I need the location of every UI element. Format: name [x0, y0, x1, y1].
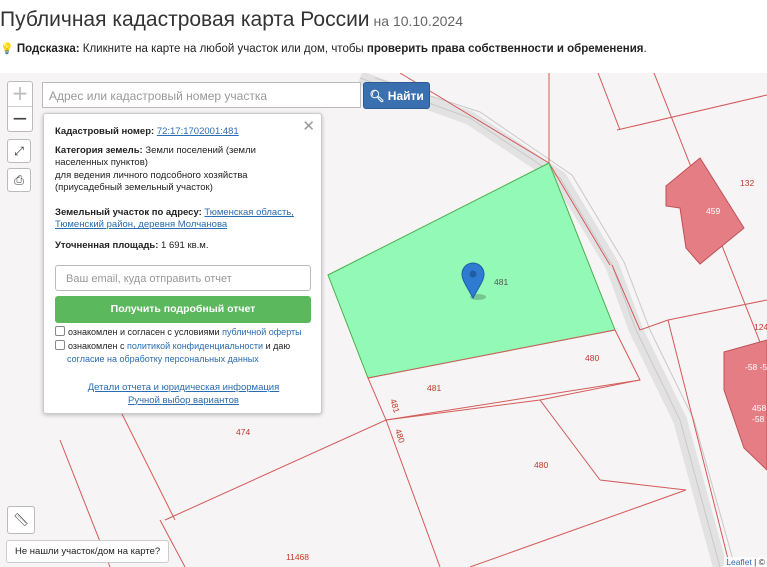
offer-consent: ознакомлен и согласен с условиями публич… [55, 326, 313, 339]
parcel-info-panel: ✕ Кадастровый номер: 72:17:1702001:481 К… [43, 113, 322, 414]
search-input[interactable]: Адрес или кадастровый номер участка [42, 82, 361, 108]
label-58c: -58 [752, 414, 765, 424]
cat-line3: для ведения личного подсобного хозяйства [55, 169, 248, 181]
hint-bold: проверить права собственности и обремене… [366, 43, 644, 55]
address-row: Земельный участок по адресу: Тюменская о… [55, 207, 305, 232]
offer-checkbox[interactable] [55, 326, 65, 336]
hint-end: . [643, 43, 647, 55]
chk2-text: ознакомлен с [68, 341, 127, 351]
label-481: 481 [494, 277, 508, 287]
label-474: 474 [236, 427, 250, 437]
building-459[interactable] [665, 157, 745, 265]
label-132: 132 [740, 178, 754, 188]
label-459: 459 [706, 206, 720, 216]
attribution-rest: | © [751, 557, 765, 567]
label-480-a: 480 [585, 353, 599, 363]
cat-line1: Земли поселений (земли [142, 145, 256, 156]
zoom-out-button[interactable]: − [8, 107, 32, 131]
search-icon: 🔍︎ [369, 89, 385, 103]
panel-links: Детали отчета и юридическая информация Р… [44, 382, 323, 407]
print-icon[interactable]: ⎙ [7, 168, 31, 192]
label-480-c: 480 [534, 460, 548, 470]
privacy-link[interactable]: политикой конфиденциальности [127, 341, 263, 351]
cat-label: Категория земель: [55, 145, 143, 156]
cad-label: Кадастровый номер: [55, 126, 155, 137]
privacy-consent: ознакомлен с политикой конфиденциальност… [55, 340, 313, 365]
addr-line1[interactable]: Тюменская область, [204, 207, 293, 218]
addr-line2[interactable]: Тюменский район, деревня Молчанова [55, 219, 227, 230]
hint-label: Подсказка: [16, 43, 80, 55]
title-date: на 10.10.2024 [373, 13, 464, 29]
cat-line2: населенных пунктов) [55, 157, 148, 169]
leaflet-link[interactable]: Leaflet [726, 557, 752, 567]
map-attribution: Leaflet | © [724, 557, 767, 567]
label-58a: -58 -5 [745, 362, 767, 372]
cad-number-link[interactable]: 72:17:1702001:481 [157, 126, 239, 137]
label-124: 124 [754, 322, 767, 332]
chk2-tail: и даю [263, 341, 291, 351]
privacy-checkbox[interactable] [55, 340, 65, 350]
report-details-link[interactable]: Детали отчета и юридическая информация [88, 382, 280, 393]
hint-text: Кликните на карте на любой участок или д… [79, 43, 367, 55]
search-button-label: Найти [387, 89, 424, 103]
zoom-in-button[interactable]: + [8, 82, 32, 107]
offer-link[interactable]: публичной оферты [222, 327, 302, 337]
zoom-control: + − [7, 81, 33, 132]
not-found-button[interactable]: Не нашли участок/дом на карте? [6, 540, 170, 563]
email-field[interactable]: Ваш email, куда отправить отчет [55, 265, 311, 291]
page-title: Публичная кадастровая карта России на 10.… [0, 8, 463, 32]
title-text: Публичная кадастровая карта России [0, 8, 370, 31]
cat-line4: (приусадебный земельный участок) [55, 182, 213, 194]
area-value: 1 691 кв.м. [158, 240, 209, 251]
label-481-c: 481 [388, 398, 402, 415]
addr-label: Земельный участок по адресу: [55, 207, 202, 218]
label-58b: 458 [752, 403, 766, 413]
search-button[interactable]: 🔍︎ Найти [363, 82, 430, 109]
fullscreen-icon[interactable]: ⤢ [7, 139, 31, 163]
label-481-b: 481 [427, 383, 441, 393]
chk1-text: ознакомлен и согласен с условиями [68, 327, 223, 337]
label-11468: 11468 [286, 552, 309, 562]
label-480-b: 480 [393, 428, 407, 445]
hint-bar: 💡 Подсказка: Кликните на карте на любой … [0, 42, 647, 55]
manual-select-link[interactable]: Ручной выбор вариантов [128, 395, 239, 406]
data-consent-link[interactable]: согласие на обработку персональных данны… [67, 354, 259, 364]
area-label: Уточненная площадь: [55, 240, 159, 251]
get-report-button[interactable]: Получить подробный отчет [55, 296, 311, 323]
category-row: Категория земель: Земли поселений (земли… [55, 145, 305, 195]
cadastral-number-row: Кадастровый номер: 72:17:1702001:481 [55, 126, 305, 138]
lightbulb-icon: 💡 [0, 43, 14, 55]
area-row: Уточненная площадь: 1 691 кв.м. [55, 240, 305, 252]
ruler-icon[interactable]: 📏︎ [7, 506, 35, 534]
